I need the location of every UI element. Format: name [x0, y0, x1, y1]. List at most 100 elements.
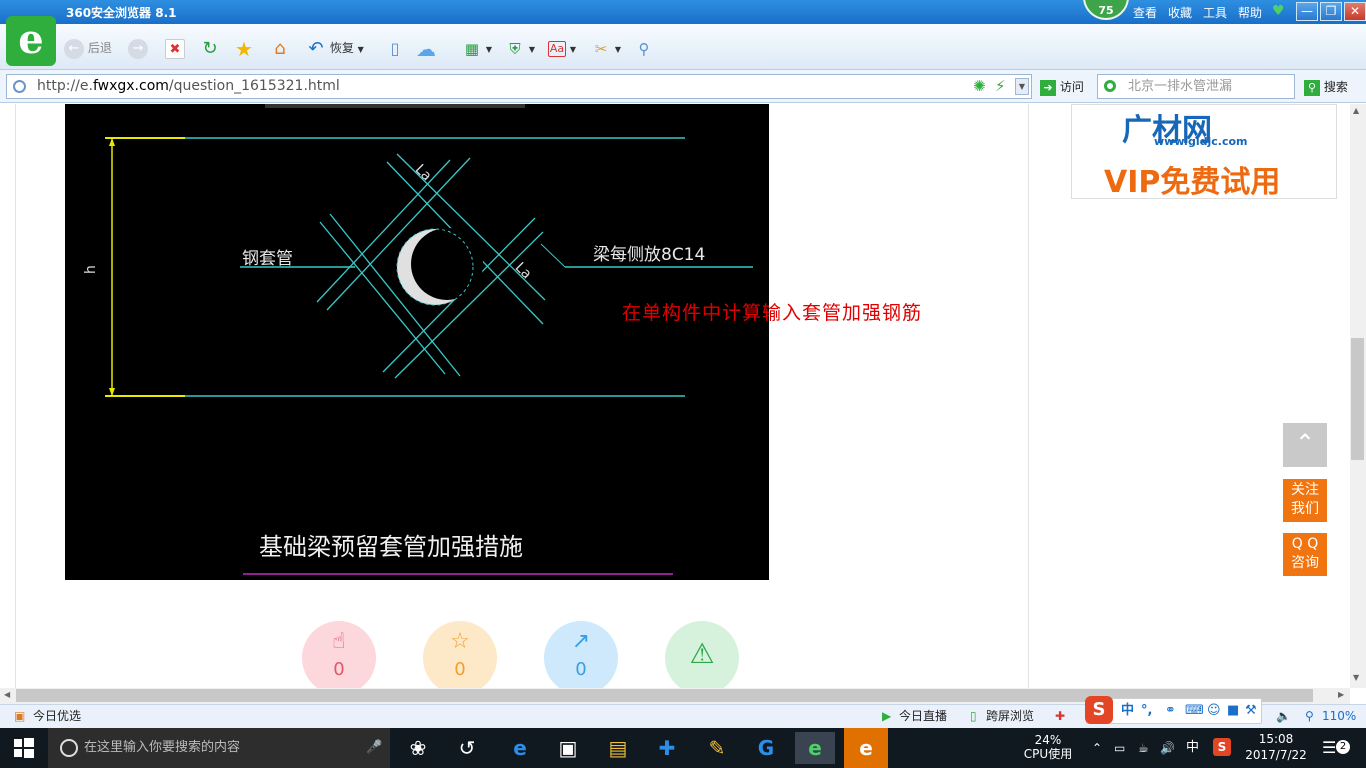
- phone-icon: ▯: [970, 709, 977, 723]
- action-center-button[interactable]: ☰ 2: [1322, 728, 1352, 768]
- cross-screen-link[interactable]: 跨屏浏览: [986, 705, 1034, 728]
- search-input[interactable]: 北京一排水管泄漏: [1097, 74, 1295, 99]
- url-dropdown-icon[interactable]: ▼: [1015, 78, 1029, 95]
- screenshot-button[interactable]: ✂ ▼: [591, 37, 621, 59]
- stop-button[interactable]: ✖: [165, 37, 185, 59]
- language-indicator[interactable]: 中: [1186, 728, 1199, 768]
- follow-us-button[interactable]: 关注 我们: [1283, 479, 1327, 522]
- taskbar-app-glodon[interactable]: G: [746, 732, 786, 764]
- scissors-icon: ✂: [594, 39, 608, 58]
- go-button[interactable]: ➜ 访问: [1040, 76, 1084, 98]
- warning-icon: ⚠: [689, 637, 715, 670]
- taskbar-app-ie[interactable]: e: [844, 728, 888, 768]
- menu-favorites[interactable]: 收藏: [1168, 4, 1192, 21]
- qq-consult-button[interactable]: Q Q 咨询: [1283, 533, 1327, 576]
- browser-logo-icon[interactable]: e: [6, 16, 56, 66]
- favorite-count: 0: [454, 659, 466, 680]
- user-icon[interactable]: ☺: [1207, 699, 1221, 723]
- ime-mode[interactable]: 中: [1121, 699, 1134, 723]
- search-placeholder: 北京一排水管泄漏: [1128, 79, 1233, 94]
- taskbar-app-plus[interactable]: ✚: [647, 732, 687, 764]
- favorite-star-button[interactable]: ★: [234, 37, 254, 59]
- speed-mode-icon[interactable]: ✺: [973, 75, 986, 98]
- today-pick-link[interactable]: 今日优选: [33, 705, 81, 728]
- sogou-tray-icon[interactable]: S: [1213, 738, 1231, 756]
- battery-icon[interactable]: ▭: [1114, 728, 1125, 768]
- microphone-icon[interactable]: ⚭: [1165, 699, 1176, 723]
- vertical-scroll-thumb[interactable]: [1351, 338, 1364, 460]
- report-button[interactable]: ⚠: [665, 621, 739, 695]
- cpu-percent: 24%: [1034, 733, 1062, 747]
- clock[interactable]: 15:08 2017/7/22: [1244, 728, 1308, 768]
- shirt-icon[interactable]: ■: [1227, 699, 1239, 723]
- ad-banner[interactable]: 广材网 www.gldjc.com VIP免费试用: [1071, 104, 1337, 200]
- volume-icon[interactable]: 🔈: [1276, 705, 1291, 728]
- back-to-top-button[interactable]: ⌃: [1283, 423, 1327, 467]
- zoom-level[interactable]: 110%: [1322, 705, 1356, 728]
- cortana-icon: [60, 739, 78, 757]
- scroll-right-icon[interactable]: ▶: [1338, 690, 1344, 699]
- play-icon: ▶: [882, 709, 892, 723]
- zoom-button[interactable]: ⚲: [634, 37, 654, 59]
- back-label: 后退: [87, 41, 112, 55]
- refresh-button[interactable]: ↻: [200, 37, 220, 59]
- url-input[interactable]: http://e.fwxgx.com/question_1615321.html…: [6, 74, 1032, 99]
- today-live-link[interactable]: 今日直播: [899, 705, 947, 728]
- plus-icon[interactable]: ✚: [1055, 705, 1065, 728]
- mobile-button[interactable]: ▯: [385, 37, 405, 59]
- sogou-logo-icon[interactable]: S: [1085, 696, 1113, 724]
- restore-button[interactable]: ↶ 恢复 ▼: [306, 37, 364, 59]
- translate-icon: Aa: [548, 40, 566, 57]
- search-button[interactable]: ⚲ 搜索: [1304, 76, 1348, 98]
- chevron-down-icon: ▼: [614, 45, 621, 54]
- share-button[interactable]: ↗ 0: [544, 621, 618, 695]
- taskbar-app-pinwheel[interactable]: ❀: [398, 732, 438, 764]
- back-button[interactable]: ← 后退: [64, 37, 112, 59]
- taskbar-app-explorer[interactable]: ▤: [598, 732, 638, 764]
- like-button[interactable]: ☝ 0: [302, 621, 376, 695]
- title-bar: 360安全浏览器 8.1 查看 收藏 工具 帮助 ♥ — ❐ ✕: [0, 0, 1366, 24]
- skin-icon[interactable]: ♥: [1272, 3, 1285, 19]
- taskbar-search-input[interactable]: 在这里输入你要搜索的内容 🎤: [48, 728, 390, 768]
- apps-button[interactable]: ▦ ▼: [462, 37, 492, 59]
- cpu-meter[interactable]: 24% CPU使用: [1022, 728, 1074, 768]
- cloud-button[interactable]: ☁: [416, 37, 436, 59]
- wrench-icon[interactable]: ⚒: [1245, 699, 1257, 723]
- home-button[interactable]: ⌂: [270, 37, 290, 59]
- menu-tools[interactable]: 工具: [1203, 4, 1227, 21]
- taskbar-app-edge[interactable]: e: [500, 732, 540, 764]
- keyboard-icon[interactable]: ⌨: [1185, 699, 1204, 723]
- lightning-icon[interactable]: ⚡: [995, 75, 1006, 98]
- cad-diagram-image: h La La 钢套管 梁每侧放8C14 基础梁预留套管加强措施: [65, 104, 769, 580]
- sleeve-label: 钢套管: [242, 249, 293, 269]
- taskbar-app-360-browser[interactable]: e: [795, 732, 835, 764]
- h-dimension-label: h: [83, 265, 99, 274]
- favorite-button[interactable]: ☆ 0: [423, 621, 497, 695]
- minimize-button[interactable]: —: [1296, 2, 1318, 21]
- scroll-left-icon[interactable]: ◀: [4, 690, 10, 699]
- forward-button[interactable]: →: [128, 37, 148, 59]
- scroll-up-icon[interactable]: ▲: [1353, 106, 1359, 115]
- ime-toolbar[interactable]: S 中 °, ⚭ ⌨ ☺ ■ ⚒: [1085, 696, 1262, 724]
- start-button[interactable]: [14, 738, 34, 758]
- taskbar-app-spiral[interactable]: ↺: [447, 732, 487, 764]
- taskbar-app-notes[interactable]: ✎: [697, 732, 737, 764]
- taskbar-app-store[interactable]: ▣: [548, 732, 588, 764]
- wifi-icon[interactable]: ☕: [1138, 728, 1149, 768]
- speaker-icon[interactable]: 🔊: [1160, 728, 1175, 768]
- restore-label: 恢复: [329, 41, 354, 55]
- microphone-icon[interactable]: 🎤: [366, 728, 382, 768]
- chevron-up-icon[interactable]: ⌃: [1092, 728, 1102, 768]
- security-button[interactable]: ⛨ ▼: [505, 37, 535, 59]
- ime-punct[interactable]: °,: [1141, 699, 1152, 723]
- chevron-down-icon: ▼: [357, 45, 364, 54]
- chevron-up-icon: ⌃: [1294, 429, 1316, 457]
- translate-button[interactable]: Aa ▼: [548, 37, 576, 59]
- taskbar-search-placeholder: 在这里输入你要搜索的内容: [84, 740, 241, 755]
- close-window-button[interactable]: ✕: [1344, 2, 1366, 21]
- restore-window-button[interactable]: ❐: [1320, 2, 1342, 21]
- menu-view[interactable]: 查看: [1133, 4, 1157, 21]
- menu-help[interactable]: 帮助: [1238, 4, 1262, 21]
- scroll-down-icon[interactable]: ▼: [1353, 673, 1359, 682]
- spiral-icon: ↺: [458, 736, 476, 760]
